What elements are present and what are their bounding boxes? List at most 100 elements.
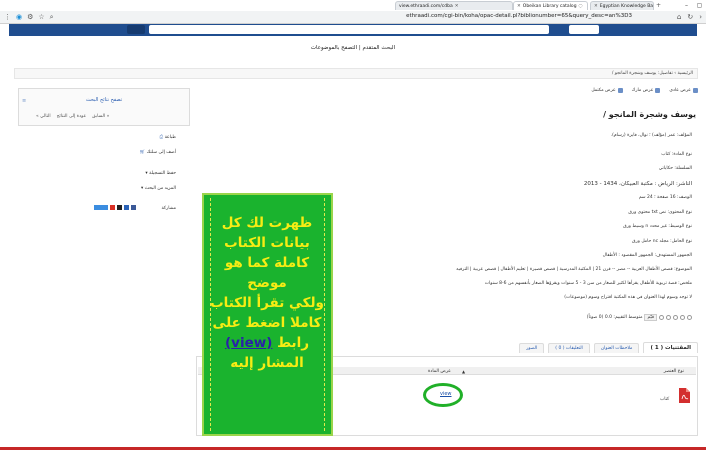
pdf-icon bbox=[679, 388, 690, 403]
previous-link[interactable]: « السابق bbox=[92, 114, 109, 119]
record-audience: الجمهور المستهدف: الجمهور المقصود : الأط… bbox=[602, 253, 692, 258]
record-media-type: نوع الوسيط: غير محدد n وسيط ورق bbox=[623, 224, 692, 229]
instruction-line: ظهرت لك كل bbox=[221, 215, 313, 231]
isbd-view-label: عرض مكتمل bbox=[591, 88, 616, 93]
record-publisher: الناشر: الرياض : مكتبة العبيكان، 1434 - … bbox=[583, 181, 692, 187]
home-icon[interactable]: ⌂ bbox=[677, 13, 681, 21]
isbd-view-button[interactable]: عرض مكتمل bbox=[591, 88, 623, 93]
minimize-icon[interactable]: – bbox=[680, 0, 693, 10]
print-action[interactable]: طباعة ⎙ bbox=[160, 134, 176, 140]
tab-label: view.ethraadi.com/cdba bbox=[399, 3, 453, 9]
nav-icons-right: ⌂ ↻ › bbox=[677, 13, 702, 21]
document-icon bbox=[655, 88, 661, 93]
sort-icon[interactable]: ▲ bbox=[462, 369, 465, 374]
maximize-icon[interactable]: ▢ bbox=[693, 0, 706, 10]
star-icon[interactable] bbox=[666, 315, 671, 320]
forward-icon[interactable]: › bbox=[699, 13, 702, 21]
more-search-dropdown[interactable]: المزيد من البحث ▾ bbox=[141, 186, 176, 191]
rating-average: متوسط التقييم: 0.0 (0 صوتاً) bbox=[586, 315, 643, 320]
linkedin-icon[interactable] bbox=[124, 205, 129, 210]
document-icon bbox=[617, 88, 623, 93]
share-label: مشاركة bbox=[161, 206, 176, 211]
window-controls: – ▢ bbox=[680, 0, 706, 10]
twitter-icon[interactable] bbox=[94, 205, 108, 210]
share-buttons bbox=[94, 205, 136, 210]
browser-tab[interactable]: ✕ Egyptian Knowledge Ba bbox=[590, 1, 654, 10]
tab-label: Obeikan Library catalog bbox=[522, 3, 577, 9]
instruction-line: كاملا اضغط على bbox=[212, 315, 322, 331]
record-description: الوصف: 16 صفحة ؛ 24 سم bbox=[638, 195, 692, 200]
back-to-results-link[interactable]: عودة إلى النتائج bbox=[57, 114, 86, 119]
search-type-select[interactable] bbox=[569, 25, 599, 34]
tab-comments[interactable]: التعليقات ( 0 ) bbox=[548, 343, 590, 353]
rate-button[interactable]: قيّم bbox=[644, 314, 657, 321]
catalog-search-input[interactable] bbox=[149, 25, 549, 34]
printer-icon: ⎙ bbox=[159, 135, 164, 140]
search-button[interactable] bbox=[127, 25, 145, 34]
facebook-icon[interactable] bbox=[131, 205, 136, 210]
record-author[interactable]: المؤلف: عمر (مؤلف) ؛ نوال، فايزة (رسام). bbox=[611, 133, 692, 138]
tab-images[interactable]: الصور bbox=[519, 343, 545, 353]
instruction-line: ولكي تقرأ الكتاب bbox=[210, 295, 324, 311]
record-subjects[interactable]: الموضوع: قصص الأطفال العربية -- مصر -- ق… bbox=[456, 267, 692, 272]
star-icon[interactable]: ☆ bbox=[38, 13, 44, 22]
next-link[interactable]: التالي » bbox=[36, 114, 51, 119]
star-icon[interactable] bbox=[687, 315, 692, 320]
refresh-icon[interactable]: ↻ bbox=[687, 13, 693, 21]
close-icon[interactable]: ✕ bbox=[455, 4, 459, 9]
tab-title-notes[interactable]: ملاحظات العنوان bbox=[593, 343, 640, 353]
advanced-search-links[interactable]: البحث المتقدم | التصفح بالموضوعات bbox=[0, 45, 706, 51]
star-icon[interactable] bbox=[673, 315, 678, 320]
settings-icon[interactable]: ⚙ bbox=[27, 13, 33, 22]
instruction-view-word: (view) bbox=[224, 335, 273, 351]
record-summary: ملخص: قصة تربوية للأطفال يقرأها لكثير لل… bbox=[484, 281, 692, 286]
column-item-type[interactable]: نوع العنصر bbox=[664, 369, 684, 374]
save-record-dropdown[interactable]: حفظ التسجيلة ▾ bbox=[145, 171, 176, 176]
google-plus-icon[interactable] bbox=[110, 205, 115, 210]
cart-icon: 🛒︎ bbox=[139, 150, 146, 155]
site-header bbox=[9, 24, 697, 36]
browser-tab-active[interactable]: ✕ Obeikan Library catalog ◌ bbox=[513, 1, 588, 10]
close-icon[interactable]: ✕ bbox=[594, 4, 598, 9]
star-icon[interactable] bbox=[680, 315, 685, 320]
instruction-text: ظهرت لك كل بيانات الكتاب كاملة كما هو مو… bbox=[206, 213, 328, 373]
document-icon bbox=[693, 88, 698, 93]
browser-tab-bar: view.ethraadi.com/cdba ✕ ✕ Obeikan Libra… bbox=[0, 0, 706, 11]
normal-view-label: عرض عادي bbox=[669, 88, 691, 93]
menu-icon[interactable]: ⋮ bbox=[4, 13, 11, 22]
search-icon[interactable]: ⌕ bbox=[50, 13, 54, 22]
email-icon[interactable] bbox=[117, 205, 122, 210]
browser-tab[interactable]: view.ethraadi.com/cdba ✕ bbox=[395, 1, 513, 10]
record-carrier-type: نوع الحامل: مجلد nc حامل ورق bbox=[632, 239, 692, 244]
highlight-ring bbox=[423, 383, 463, 407]
record-tags[interactable]: لا توجد وسوم لهذا العنوان في هذه المكتبة… bbox=[564, 295, 692, 300]
new-tab-icon[interactable]: + bbox=[656, 2, 661, 9]
tab-label: Egyptian Knowledge Ba bbox=[599, 3, 654, 9]
view-toolbar: عرض عادي عرض مارك عرض مكتمل bbox=[591, 88, 698, 93]
browse-results-heading: تصفح نتائج البحث bbox=[85, 97, 123, 103]
print-label: طباعة bbox=[164, 135, 176, 140]
tab-holdings[interactable]: المقتنيات ( 1 ) bbox=[643, 342, 698, 353]
star-icon[interactable] bbox=[659, 315, 664, 320]
close-icon[interactable]: ✕ bbox=[517, 4, 521, 9]
bottom-rule bbox=[0, 447, 706, 450]
record-tabs: المقتنيات ( 1 ) ملاحظات العنوان التعليقا… bbox=[519, 342, 698, 353]
instruction-line: كاملة كما هو bbox=[224, 255, 310, 271]
normal-view-button[interactable]: عرض عادي bbox=[669, 88, 698, 93]
instruction-line: المشار إليه bbox=[230, 355, 304, 371]
instruction-line: موضح bbox=[247, 275, 287, 291]
instruction-line: بيانات الكتاب bbox=[224, 235, 310, 251]
add-to-cart-label: أضف إلى سلتك bbox=[146, 150, 176, 155]
address-bar: ⋮ ◉ ⚙ ☆ ⌕ ethraadi.com/cgi-bin/koha/opac… bbox=[0, 11, 706, 24]
marc-view-label: عرض مارك bbox=[631, 88, 654, 93]
browse-results-box bbox=[18, 88, 190, 126]
breadcrumb[interactable]: الرئيسية › تفاصيل: يوسف وشجرة المانجو / bbox=[14, 68, 698, 79]
column-material-view[interactable]: عرض المادة bbox=[428, 369, 451, 374]
rating-widget: قيّم متوسط التقييم: 0.0 (0 صوتاً) bbox=[587, 314, 692, 321]
add-to-cart-action[interactable]: أضف إلى سلتك 🛒︎ bbox=[139, 150, 176, 155]
record-series[interactable]: السلسلة: حكاياتي bbox=[659, 166, 692, 171]
record-content-type: نوع المحتوى: نص txt محتوى ورق bbox=[628, 210, 692, 215]
edge-icon[interactable]: ◉ bbox=[16, 13, 22, 22]
url-text[interactable]: ethraadi.com/cgi-bin/koha/opac-detail.pl… bbox=[406, 13, 632, 19]
marc-view-button[interactable]: عرض مارك bbox=[632, 88, 661, 93]
